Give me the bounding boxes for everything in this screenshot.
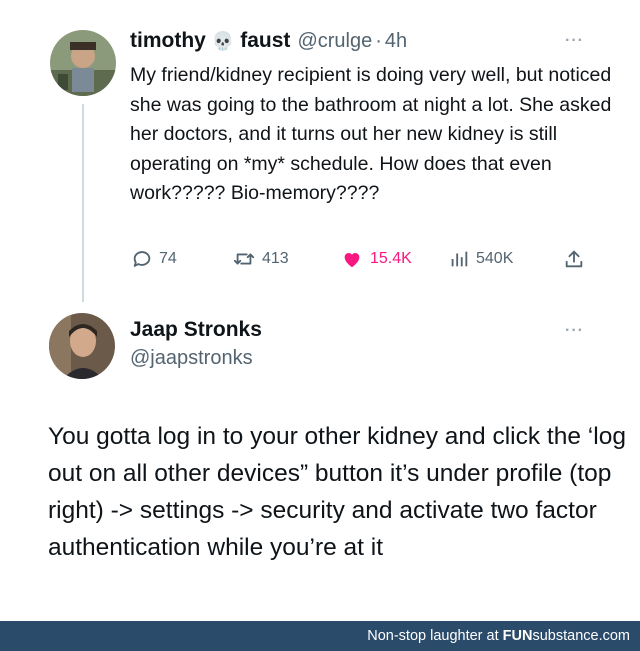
avatar[interactable]: [50, 30, 116, 96]
avatar-photo-jaap: [49, 313, 115, 379]
more-options-icon[interactable]: ···: [565, 32, 584, 50]
retweet-count: 413: [262, 250, 289, 267]
tweet-text: You gotta log in to your other kidney an…: [48, 423, 626, 561]
watermark-footer: Non-stop laughter at FUNsubstance.com: [0, 621, 640, 651]
brand-suffix: .com: [598, 628, 630, 644]
tweet-text: My friend/kidney recipient is doing very…: [130, 64, 612, 204]
like-count: 15.4K: [370, 250, 412, 267]
heart-icon: [344, 253, 360, 268]
views-count: 540K: [476, 250, 514, 267]
avatar-photo-timothy: [50, 30, 116, 96]
separator-dot: ·: [375, 30, 382, 52]
share-button[interactable]: [563, 248, 591, 270]
retweet-button[interactable]: 413: [232, 248, 289, 270]
reply-icon: [133, 251, 151, 267]
user-handle[interactable]: @jaapstronks: [130, 347, 253, 370]
tweet1-header: timothy 💀 faust @crulge · 4h: [130, 29, 407, 53]
display-name[interactable]: Jaap Stronks: [130, 318, 262, 342]
retweet-icon: [233, 253, 255, 265]
watermark-text: Non-stop laughter at FUNsubstance.com: [367, 628, 630, 644]
analytics-icon: [451, 251, 468, 267]
views-button[interactable]: 540K: [448, 248, 513, 270]
share-icon: [565, 250, 583, 268]
like-button[interactable]: 15.4K: [340, 248, 412, 270]
tweet-actions-bar: 74 413 15.4K 540K: [0, 248, 640, 276]
display-name-surname[interactable]: faust: [240, 29, 290, 53]
watermark-prefix: Non-stop laughter at: [367, 628, 503, 644]
skull-emoji-icon: 💀: [211, 31, 235, 51]
avatar[interactable]: [49, 313, 115, 379]
timestamp[interactable]: 4h: [385, 30, 407, 53]
brand-fun: FUN: [502, 628, 533, 644]
reply-button[interactable]: 74: [131, 248, 177, 270]
brand-substance: substance: [532, 628, 599, 644]
display-name[interactable]: timothy: [130, 29, 206, 53]
reply-count: 74: [159, 250, 177, 267]
more-options-icon[interactable]: ···: [565, 322, 584, 340]
user-handle[interactable]: @crulge: [297, 30, 372, 53]
